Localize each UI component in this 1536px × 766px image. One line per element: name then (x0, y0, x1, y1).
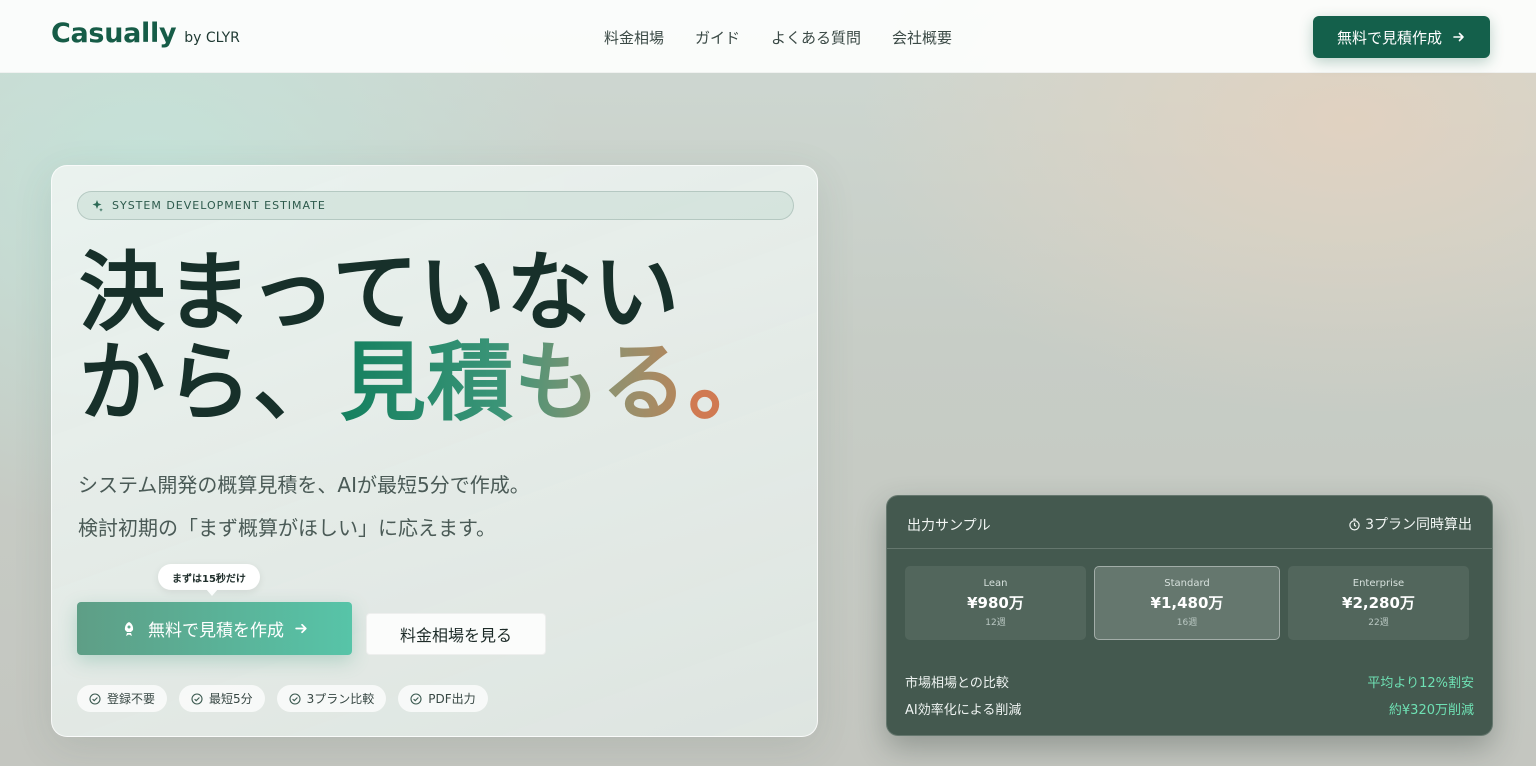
nav-link-company[interactable]: 会社概要 (892, 27, 952, 48)
logo[interactable]: Casually by CLYR (51, 18, 240, 49)
feature-badge: 最短5分 (179, 685, 265, 712)
plan-name: Lean (983, 578, 1008, 589)
sample-title: 出力サンプル (907, 518, 991, 534)
header-cta-button[interactable]: 無料で見積作成 (1313, 16, 1490, 58)
nav-link-guide[interactable]: ガイド (695, 27, 740, 48)
feature-badge: PDF出力 (398, 685, 488, 712)
plan-duration: 12週 (985, 618, 1006, 628)
plan-price: ¥1,480万 (1150, 594, 1224, 612)
check-circle-icon (191, 692, 203, 705)
view-pricing-button[interactable]: 料金相場を見る (366, 613, 546, 655)
plan-price: ¥2,280万 (1342, 594, 1415, 612)
comparison-label: AI効率化による削減 (905, 703, 1022, 718)
hero-card: SYSTEM DEVELOPMENT ESTIMATE 決まっていない から、見… (51, 165, 818, 737)
comparison-row-market: 市場相場との比較 平均より12%割安 (905, 672, 1474, 691)
plan-duration: 16週 (1176, 618, 1198, 628)
logo-byline: by CLYR (184, 30, 240, 46)
sparkle-icon (92, 199, 103, 212)
arrow-right-icon (1453, 32, 1464, 42)
hero-tag: SYSTEM DEVELOPMENT ESTIMATE (77, 191, 794, 220)
nav-link-faq[interactable]: よくある質問 (771, 27, 861, 48)
headline-period: 。 (688, 333, 775, 433)
hero-subtext-2: 検討初期の「まず概算がほしい」に応えます。 (78, 516, 496, 540)
speech-bubble: まずは15秒だけ (158, 564, 260, 596)
hero-subtext-1: システム開発の概算見積を、AIが最短5分で作成。 (78, 473, 530, 497)
timer-icon (1349, 518, 1360, 531)
comparison-row-ai-savings: AI効率化による削減 約¥320万削減 (905, 699, 1474, 718)
plan-card-lean[interactable]: Lean ¥980万 12週 (905, 566, 1086, 640)
feature-label: 登録不要 (107, 692, 156, 706)
headline-accent: 見積もる (340, 333, 688, 433)
plan-price: ¥980万 (967, 594, 1024, 612)
feature-badge: 登録不要 (77, 685, 168, 712)
headline-line-1: 決まっていない (79, 243, 681, 343)
plan-card-enterprise[interactable]: Enterprise ¥2,280万 22週 (1288, 566, 1469, 640)
nav-link-pricing[interactable]: 料金相場 (604, 27, 664, 48)
sample-header: 出力サンプル 3プラン同時算出 (887, 496, 1492, 549)
hero-tag-text: SYSTEM DEVELOPMENT ESTIMATE (112, 199, 326, 212)
feature-label: 3プラン比較 (306, 692, 375, 706)
plan-duration: 22週 (1368, 618, 1389, 628)
plan-list: Lean ¥980万 12週 Standard ¥1,480万 16週 Ente… (905, 566, 1469, 640)
header-cta-label: 無料で見積作成 (1336, 28, 1442, 47)
comparison-value: 平均より12%割安 (1367, 676, 1474, 691)
plan-name: Standard (1164, 578, 1210, 589)
feature-badge: 3プラン比較 (276, 685, 387, 712)
plan-card-standard[interactable]: Standard ¥1,480万 16週 (1094, 566, 1280, 640)
hero-headline: 決まっていない から、見積もる。 (79, 248, 775, 428)
feature-badges: 登録不要 最短5分 3プラン比較 PDF出力 (77, 685, 488, 712)
check-circle-icon (410, 692, 422, 705)
arrow-right-icon (295, 623, 307, 634)
feature-label: PDF出力 (428, 692, 476, 706)
comparison-label: 市場相場との比較 (905, 676, 1009, 691)
create-estimate-button[interactable]: 無料で見積を作成 (77, 602, 352, 655)
check-circle-icon (89, 692, 101, 705)
create-estimate-label: 無料で見積を作成 (148, 621, 284, 641)
check-circle-icon (289, 692, 301, 705)
site-header: Casually by CLYR 料金相場 ガイド よくある質問 会社概要 無料… (0, 0, 1536, 73)
sample-note-text: 3プラン同時算出 (1365, 517, 1472, 533)
headline-line-2a: から、 (79, 333, 340, 433)
sample-note: 3プラン同時算出 (1348, 514, 1472, 534)
feature-label: 最短5分 (209, 692, 253, 706)
sample-output-card: 出力サンプル 3プラン同時算出 Lean ¥980万 12週 Standard … (886, 495, 1493, 736)
rocket-icon (124, 621, 134, 636)
logo-wordmark: Casually (51, 18, 177, 49)
main-nav: 料金相場 ガイド よくある質問 会社概要 (604, 27, 952, 48)
plan-name: Enterprise (1352, 578, 1405, 589)
comparison-value: 約¥320万削減 (1388, 703, 1474, 718)
